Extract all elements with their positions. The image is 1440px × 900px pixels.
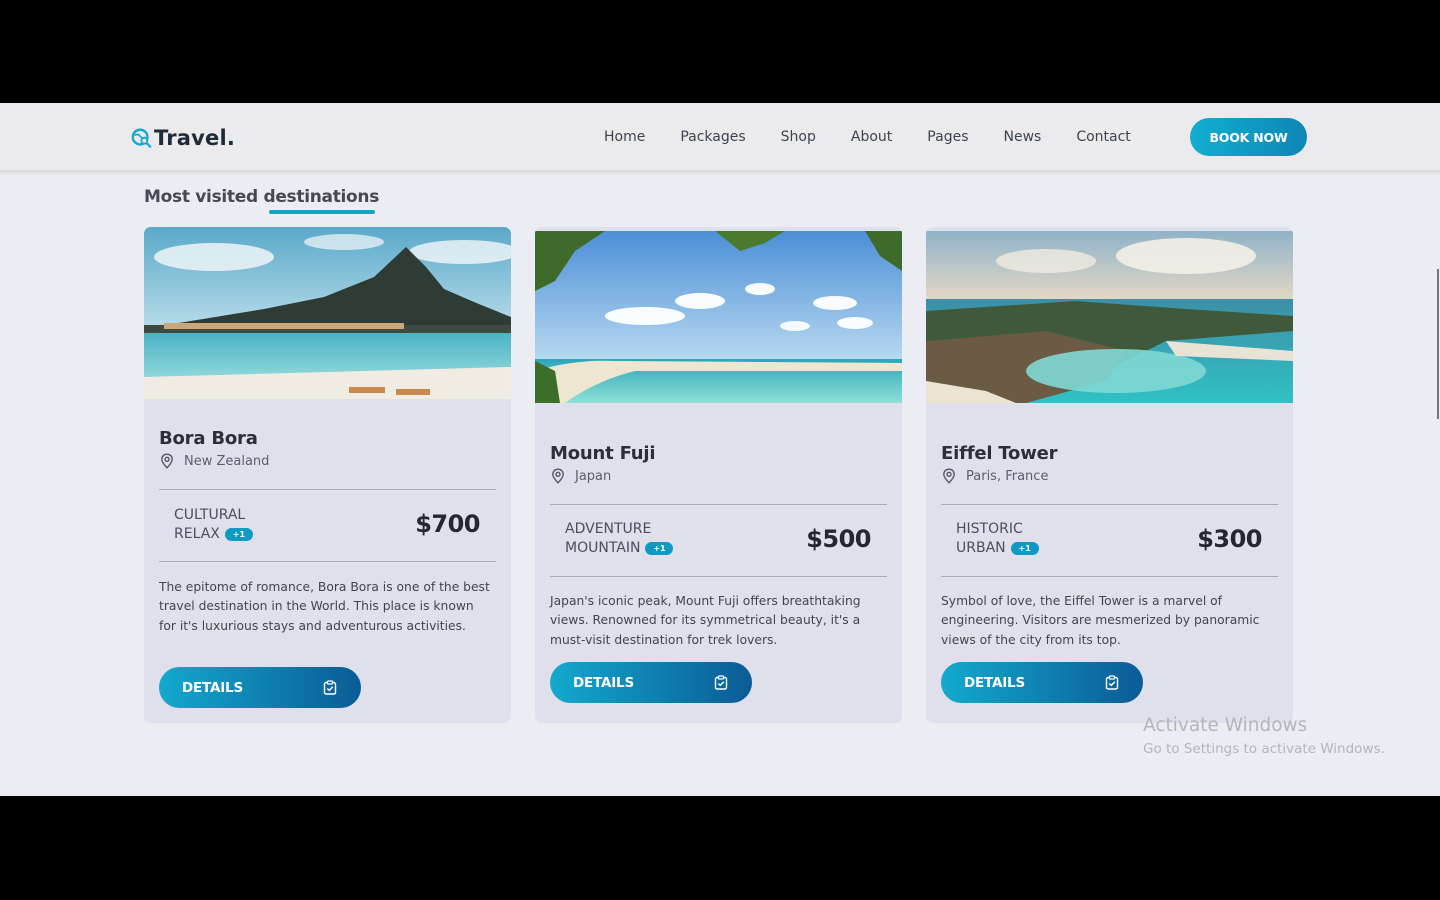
nav-pages[interactable]: Pages [927, 127, 968, 147]
divider [941, 504, 1278, 505]
more-tags-badge[interactable]: +1 [1010, 541, 1039, 555]
divider [941, 576, 1278, 577]
location-text: Paris, France [966, 468, 1049, 484]
destination-card: Bora Bora New Zealand CULTURAL RELAX +1 $… [144, 227, 511, 723]
watermark-title: Activate Windows [1143, 715, 1308, 736]
browser-viewport: Travel. Home Packages Shop About Pages N… [0, 103, 1440, 796]
details-label: DETAILS [573, 674, 634, 691]
nav-home[interactable]: Home [604, 127, 645, 147]
card-title: Eiffel Tower [941, 443, 1058, 464]
card-tags: CULTURAL RELAX +1 [174, 506, 354, 544]
card-description: Symbol of love, the Eiffel Tower is a ma… [941, 594, 1260, 647]
map-pin-icon [161, 453, 173, 469]
card-image [144, 227, 511, 399]
card-description: Japan's iconic peak, Mount Fuji offers b… [550, 594, 861, 647]
divider [550, 504, 887, 505]
activate-windows-watermark: Activate Windows Go to Settings to activ… [1143, 715, 1385, 759]
globe-search-icon [131, 128, 152, 148]
book-now-button[interactable]: BOOK NOW [1190, 118, 1307, 156]
more-tags-badge[interactable]: +1 [645, 541, 674, 555]
tag: MOUNTAIN [565, 540, 641, 556]
nav-contact[interactable]: Contact [1076, 127, 1130, 147]
divider [159, 489, 496, 490]
card-image [535, 231, 902, 403]
details-button[interactable]: DETAILS [159, 667, 361, 708]
details-label: DETAILS [182, 679, 243, 696]
card-description: The epitome of romance, Bora Bora is one… [159, 580, 490, 633]
card-location: Japan [550, 468, 611, 484]
nav-shop[interactable]: Shop [781, 127, 816, 147]
location-text: New Zealand [184, 453, 270, 469]
card-price: $300 [1197, 525, 1262, 553]
tag: URBAN [956, 540, 1006, 556]
tag: CULTURAL [174, 507, 246, 523]
tag-row: RELAX +1 [174, 525, 354, 544]
top-navbar: Travel. Home Packages Shop About Pages N… [0, 103, 1440, 172]
card-price: $700 [415, 510, 480, 538]
main-nav: Home Packages Shop About Pages News Cont… [604, 127, 1131, 147]
card-location: New Zealand [159, 453, 269, 469]
details-button[interactable]: DETAILS [941, 662, 1143, 703]
card-image [926, 231, 1293, 403]
tag: HISTORIC [956, 521, 1023, 537]
details-button[interactable]: DETAILS [550, 662, 752, 703]
title-underline [269, 210, 375, 214]
location-text: Japan [575, 468, 612, 484]
clipboard-check-icon [1105, 675, 1119, 690]
watermark-subtitle: Go to Settings to activate Windows. [1143, 741, 1385, 757]
clipboard-check-icon [714, 675, 728, 690]
clipboard-check-icon [323, 680, 337, 695]
nav-about[interactable]: About [851, 127, 892, 147]
nav-packages[interactable]: Packages [680, 127, 745, 147]
nav-news[interactable]: News [1003, 127, 1041, 147]
divider [550, 576, 887, 577]
card-tags: ADVENTURE MOUNTAIN +1 [565, 520, 745, 558]
destination-card: Eiffel Tower Paris, France HISTORIC URBA… [926, 227, 1293, 723]
section-title: Most visited destinations [144, 187, 380, 207]
tag-row: MOUNTAIN +1 [565, 539, 745, 558]
map-pin-icon [552, 468, 564, 484]
card-title: Bora Bora [159, 428, 258, 449]
brand-name: Travel. [154, 126, 236, 150]
tag: ADVENTURE [565, 521, 652, 537]
map-pin-icon [943, 468, 955, 484]
card-tags: HISTORIC URBAN +1 [956, 520, 1136, 558]
more-tags-badge[interactable]: +1 [224, 527, 253, 541]
details-label: DETAILS [964, 674, 1025, 691]
scrollbar-thumb[interactable] [1437, 269, 1439, 419]
divider [159, 561, 496, 562]
card-title: Mount Fuji [550, 443, 656, 464]
destination-card: Mount Fuji Japan ADVENTURE MOUNTAIN +1 $5… [535, 227, 902, 723]
tag: RELAX [174, 526, 220, 542]
brand-logo[interactable]: Travel. [131, 123, 235, 153]
card-location: Paris, France [941, 468, 1048, 484]
card-price: $500 [806, 525, 871, 553]
tag-row: URBAN +1 [956, 539, 1136, 558]
